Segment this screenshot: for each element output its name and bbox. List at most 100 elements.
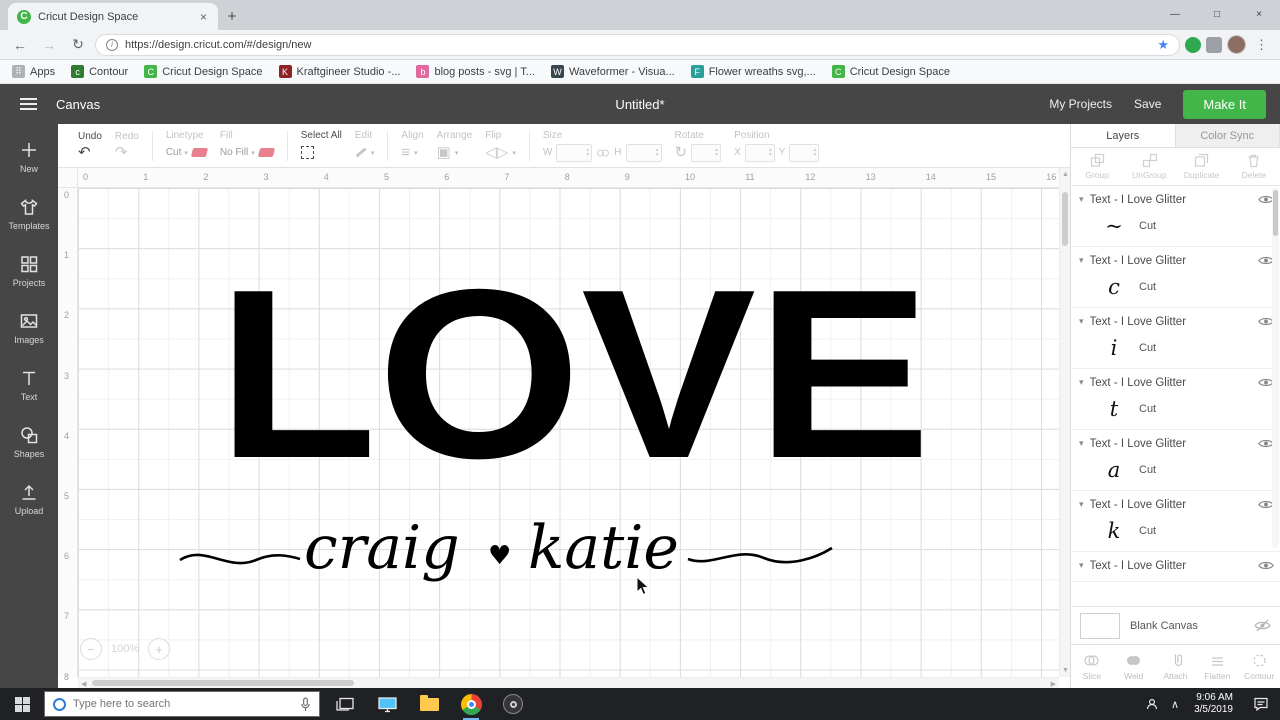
layer-item[interactable]: ▾ Text - I Love Glitter t Cut	[1071, 369, 1280, 430]
sidebar-item-projects[interactable]: Projects	[0, 242, 58, 299]
new-tab-button[interactable]: +	[218, 3, 246, 30]
scroll-up-icon[interactable]: ▲	[1062, 171, 1069, 178]
width-input[interactable]: ▲ ▼	[556, 143, 593, 162]
select-all-icon[interactable]	[300, 146, 314, 159]
tab-color-sync[interactable]: Color Sync	[1176, 124, 1280, 147]
chevron-down-icon[interactable]: ▾	[1079, 194, 1084, 205]
layer-item[interactable]: ▾ Text - I Love Glitter ~ Cut	[1071, 186, 1280, 247]
sidebar-item-text[interactable]: Text	[0, 356, 58, 413]
select-all-group[interactable]: Select All	[300, 130, 342, 162]
chevron-down-icon[interactable]: ▾	[1079, 377, 1084, 388]
hamburger-menu-icon[interactable]	[0, 98, 56, 110]
taskbar-search[interactable]	[44, 691, 320, 717]
eye-hidden-icon[interactable]	[1254, 619, 1271, 632]
sidebar-item-new[interactable]: New	[0, 128, 58, 185]
edit-group[interactable]: Edit ▾	[355, 130, 374, 162]
artwork-names-script[interactable]: craig ♥ katie	[176, 506, 844, 598]
make-it-button[interactable]: Make It	[1183, 89, 1266, 119]
linetype-group[interactable]: Linetype Cut ▾	[166, 130, 209, 162]
duplicate-button[interactable]: Duplicate	[1176, 153, 1228, 180]
redo-group[interactable]: Redo ↷	[115, 131, 139, 160]
edit-pencil-icon[interactable]	[355, 147, 367, 158]
vertical-scroll-thumb[interactable]	[1062, 192, 1068, 246]
my-projects-link[interactable]: My Projects	[1049, 97, 1112, 111]
address-bar[interactable]: i https://design.cricut.com/#/design/new…	[95, 33, 1180, 56]
bookmark-item[interactable]: C Cricut Design Space	[831, 65, 950, 78]
undo-icon[interactable]: ↶	[78, 145, 91, 160]
sidebar-item-images[interactable]: Images	[0, 299, 58, 356]
contour-button[interactable]: Contour	[1238, 652, 1280, 681]
horizontal-scroll-thumb[interactable]	[92, 680, 354, 686]
people-icon[interactable]	[1139, 698, 1165, 710]
height-input[interactable]: ▲ ▼	[625, 143, 662, 162]
vertical-scrollbar[interactable]: ▲ ▼	[1059, 168, 1070, 677]
browser-tab[interactable]: C Cricut Design Space ×	[8, 3, 218, 30]
chevron-down-icon[interactable]: ▾	[1079, 255, 1084, 266]
microphone-icon[interactable]	[300, 697, 311, 712]
window-close-button[interactable]: ×	[1238, 0, 1280, 28]
taskbar-app-chrome[interactable]	[450, 688, 492, 720]
sidebar-item-upload[interactable]: Upload	[0, 470, 58, 527]
browser-menu-icon[interactable]: ⋮	[1251, 37, 1272, 53]
tab-layers[interactable]: Layers	[1071, 124, 1176, 147]
delete-button[interactable]: Delete	[1228, 153, 1280, 180]
chevron-down-icon[interactable]: ▾	[1079, 438, 1084, 449]
bookmark-item[interactable]: W Waveformer - Visua...	[550, 65, 675, 78]
artwork-love-text[interactable]: LOVE	[215, 281, 937, 473]
eye-icon[interactable]	[1258, 560, 1274, 571]
y-input[interactable]: ▲ ▼	[789, 143, 820, 162]
weld-button[interactable]: Weld	[1113, 652, 1155, 681]
redo-icon[interactable]: ↷	[115, 145, 128, 160]
panel-scroll-thumb[interactable]	[1273, 190, 1278, 236]
design-canvas[interactable]: 0 1 2 3 4 5 6 7 8 9 10 11 12 13 14 15 16 012345678 LOVE …	[58, 168, 1070, 688]
taskbar-app-monitor[interactable]	[366, 688, 408, 720]
arrange-icon[interactable]: ▣	[437, 145, 451, 160]
undo-group[interactable]: Undo ↶	[78, 131, 102, 160]
bookmark-item[interactable]: ⠿ Apps	[12, 65, 55, 78]
page-info-icon[interactable]: i	[106, 38, 118, 51]
taskbar-app-file-explorer[interactable]	[408, 688, 450, 720]
attach-button[interactable]: Attach	[1155, 652, 1197, 681]
save-link[interactable]: Save	[1134, 97, 1161, 111]
task-view-button[interactable]	[324, 688, 366, 720]
taskbar-app-dark[interactable]	[492, 688, 534, 720]
layer-item[interactable]: ▾ Text - I Love Glitter	[1071, 552, 1280, 582]
zoom-out-button[interactable]: −	[80, 638, 102, 660]
lock-aspect-icon[interactable]	[596, 148, 610, 158]
layer-item[interactable]: ▾ Text - I Love Glitter k Cut	[1071, 491, 1280, 552]
scroll-down-icon[interactable]: ▼	[1062, 667, 1069, 674]
window-minimize-button[interactable]: —	[1154, 0, 1196, 28]
flip-group[interactable]: Flip ◁▷ ▾	[485, 130, 516, 162]
extension-icon[interactable]	[1185, 36, 1201, 53]
tab-close-icon[interactable]: ×	[198, 10, 209, 24]
layer-item[interactable]: ▾ Text - I Love Glitter c Cut	[1071, 247, 1280, 308]
start-button[interactable]	[0, 688, 44, 720]
chevron-down-icon[interactable]: ▾	[1079, 499, 1084, 510]
rotate-input[interactable]: ▲ ▼	[691, 143, 722, 162]
linetype-swatch[interactable]	[190, 148, 209, 157]
taskbar-clock[interactable]: 9:06 AM 3/5/2019	[1185, 692, 1242, 717]
browser-avatar[interactable]	[1227, 35, 1246, 54]
bookmark-item[interactable]: c Contour	[71, 65, 128, 78]
sidebar-item-templates[interactable]: Templates	[0, 185, 58, 242]
zoom-in-button[interactable]: +	[148, 638, 171, 660]
taskbar-search-input[interactable]	[73, 698, 293, 710]
slice-button[interactable]: Slice	[1071, 652, 1113, 681]
x-input[interactable]: ▲ ▼	[744, 143, 775, 162]
url-text[interactable]: https://design.cricut.com/#/design/new	[125, 39, 1150, 51]
bookmark-item[interactable]: C Cricut Design Space	[144, 65, 263, 78]
scroll-left-icon[interactable]: ◀	[81, 680, 86, 688]
panel-scrollbar[interactable]	[1272, 188, 1279, 548]
action-center-button[interactable]	[1242, 688, 1280, 720]
group-button[interactable]: Group	[1071, 153, 1123, 180]
reload-button[interactable]: ↻	[66, 33, 90, 57]
chevron-down-icon[interactable]: ▾	[1079, 316, 1084, 327]
forward-button[interactable]: →	[37, 33, 61, 57]
sidebar-item-shapes[interactable]: Shapes	[0, 413, 58, 470]
flip-icon[interactable]: ◁▷	[485, 145, 508, 160]
fill-swatch[interactable]	[257, 148, 275, 157]
fill-group[interactable]: Fill No Fill ▾	[220, 130, 275, 162]
align-group[interactable]: Align ≡ ▾	[401, 130, 423, 162]
bookmark-item[interactable]: b blog posts - svg | T...	[416, 65, 535, 78]
align-icon[interactable]: ≡	[401, 145, 410, 160]
